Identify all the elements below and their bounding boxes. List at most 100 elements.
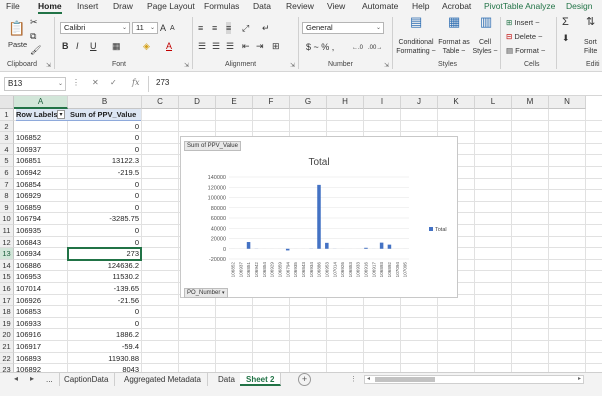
row-label-cell[interactable]: 106935 xyxy=(16,225,68,237)
number-launcher-icon[interactable]: ⇲ xyxy=(384,62,389,69)
tab-file[interactable]: File xyxy=(6,1,20,11)
decrease-decimal-icon[interactable]: .00→ xyxy=(368,42,382,54)
value-cell[interactable]: 0 xyxy=(68,121,141,133)
scroll-left-arrow-icon[interactable]: ◂ xyxy=(367,375,370,382)
row-header[interactable]: 19 xyxy=(0,317,14,330)
tab-insert[interactable]: Insert xyxy=(77,1,98,11)
row-header[interactable]: 3 xyxy=(0,132,14,144)
enter-icon[interactable]: ✓ xyxy=(110,78,117,87)
align-center-icon[interactable]: ☰ xyxy=(212,40,220,52)
row-label-cell[interactable]: 106933 xyxy=(16,318,68,330)
number-format-buttons[interactable]: $ ~ % , xyxy=(306,42,334,52)
row-header[interactable]: 2 xyxy=(0,120,14,133)
sheet-tab-data[interactable]: Data xyxy=(212,373,242,386)
scroll-left-icon[interactable]: ◂ xyxy=(14,374,18,383)
row-label-cell[interactable]: 106843 xyxy=(16,237,68,249)
autosum-icon[interactable]: Σ xyxy=(562,16,569,28)
row-label-cell[interactable]: 106937 xyxy=(16,144,68,156)
conditional-formatting-icon[interactable]: ▤ xyxy=(410,15,422,28)
column-header-m[interactable]: M xyxy=(512,96,549,109)
cell-styles-icon[interactable]: ▥ xyxy=(480,15,492,28)
name-box[interactable]: B13 ⌄ xyxy=(4,77,66,91)
clipboard-launcher-icon[interactable]: ⇲ xyxy=(46,62,51,69)
column-header-j[interactable]: J xyxy=(401,96,438,109)
value-cell[interactable]: -219.5 xyxy=(68,167,141,179)
row-header[interactable]: 7 xyxy=(0,178,14,191)
row-header[interactable]: 9 xyxy=(0,201,14,214)
tab-help[interactable]: Help xyxy=(412,1,429,11)
sheet-tab-aggregated-metadata[interactable]: Aggregated Metadata xyxy=(118,373,208,386)
value-cell[interactable]: 11530.2 xyxy=(68,271,141,283)
value-header[interactable]: Sum of PPV_Value xyxy=(68,109,141,121)
row-label-cell[interactable]: 106851 xyxy=(16,155,68,167)
insert-cells-button[interactable]: ⊞ Insert ~ xyxy=(506,18,540,27)
sheet-tabs-ellipsis[interactable]: ... xyxy=(40,373,60,386)
sort-filter-icon[interactable]: ⇅ xyxy=(586,16,595,28)
value-cell[interactable]: 13122.3 xyxy=(68,155,141,167)
row-label-cell[interactable]: 106794 xyxy=(16,213,68,225)
format-painter-icon[interactable]: 🖌 xyxy=(30,44,41,56)
row-label-cell[interactable]: 106854 xyxy=(16,179,68,191)
select-all-corner[interactable] xyxy=(0,96,14,109)
row-label-cell[interactable] xyxy=(16,121,68,133)
bold-icon[interactable]: B xyxy=(62,40,69,52)
add-sheet-button[interactable]: + xyxy=(298,373,311,386)
value-cell[interactable]: 124636.2 xyxy=(68,260,141,272)
column-header-a[interactable]: A xyxy=(14,96,68,109)
row-header[interactable]: 6 xyxy=(0,167,14,179)
row-label-cell[interactable]: 106892 xyxy=(16,364,68,372)
tab-home[interactable]: Home xyxy=(38,1,62,14)
cut-icon[interactable]: ✂ xyxy=(30,16,38,28)
value-cell[interactable]: -59.4 xyxy=(68,341,141,353)
row-header[interactable]: 11 xyxy=(0,225,14,237)
row-header[interactable]: 12 xyxy=(0,236,14,249)
row-header[interactable]: 5 xyxy=(0,155,14,167)
tab-review[interactable]: Review xyxy=(286,1,314,11)
row-label-cell[interactable]: 106859 xyxy=(16,202,68,214)
insert-function-icon[interactable]: fx xyxy=(132,78,139,87)
font-name-combo[interactable]: Calibri ⌄ xyxy=(60,22,130,34)
row-header[interactable]: 1 xyxy=(0,109,14,121)
wrap-text-icon[interactable]: ↵ xyxy=(262,22,270,34)
row-header[interactable]: 8 xyxy=(0,190,14,202)
align-bottom-icon[interactable]: ≡ xyxy=(226,22,232,34)
scroll-right-icon[interactable]: ▸ xyxy=(30,374,34,383)
align-middle-icon[interactable]: ≡ xyxy=(212,22,217,34)
value-cell[interactable]: 0 xyxy=(68,318,141,330)
column-header-b[interactable]: B xyxy=(68,96,142,109)
column-header-l[interactable]: L xyxy=(475,96,512,109)
row-label-cell[interactable]: 106953 xyxy=(16,271,68,283)
fill-color-icon[interactable]: ◈ xyxy=(143,40,150,52)
value-cell[interactable]: 0 xyxy=(68,202,141,214)
row-header[interactable]: 13 xyxy=(0,248,14,260)
value-cell[interactable]: -3285.75 xyxy=(68,213,141,225)
row-header[interactable]: 20 xyxy=(0,329,14,341)
value-cell[interactable]: 0 xyxy=(68,306,141,318)
orientation-icon[interactable]: ⤢ xyxy=(242,22,249,34)
tab-page-layout[interactable]: Page Layout xyxy=(147,1,195,11)
row-header[interactable]: 4 xyxy=(0,143,14,156)
row-label-cell[interactable]: 106852 xyxy=(16,132,68,144)
value-cell[interactable]: 0 xyxy=(68,132,141,144)
pivot-chart[interactable]: Sum of PPV_Value Total 140000 120000 100000… xyxy=(180,136,458,298)
row-label-cell[interactable]: 106929 xyxy=(16,190,68,202)
column-header-n[interactable]: N xyxy=(549,96,586,109)
value-cell[interactable]: 11930.88 xyxy=(68,353,141,365)
conditional-formatting-button[interactable]: Conditional Formatting ~ xyxy=(396,38,436,56)
row-header[interactable]: 16 xyxy=(0,283,14,295)
row-header[interactable]: 17 xyxy=(0,294,14,307)
align-left-icon[interactable]: ☰ xyxy=(198,40,206,52)
tab-view[interactable]: View xyxy=(327,1,345,11)
format-as-table-icon[interactable]: ▦ xyxy=(448,15,460,28)
format-as-table-button[interactable]: Format as Table ~ xyxy=(437,38,471,56)
paste-button[interactable]: Paste xyxy=(8,40,27,49)
merge-center-icon[interactable]: ⊞ xyxy=(272,40,280,52)
tab-draw[interactable]: Draw xyxy=(113,1,133,11)
more-options-icon[interactable]: ⋮ xyxy=(72,78,80,87)
cancel-icon[interactable]: ✕ xyxy=(92,78,99,87)
italic-icon[interactable]: I xyxy=(76,40,79,52)
font-size-combo[interactable]: 11 ⌄ xyxy=(132,22,158,34)
increase-decimal-icon[interactable]: ←.0 xyxy=(352,42,363,54)
scrollbar-thumb[interactable] xyxy=(375,377,435,382)
value-cell[interactable]: 0 xyxy=(68,190,141,202)
